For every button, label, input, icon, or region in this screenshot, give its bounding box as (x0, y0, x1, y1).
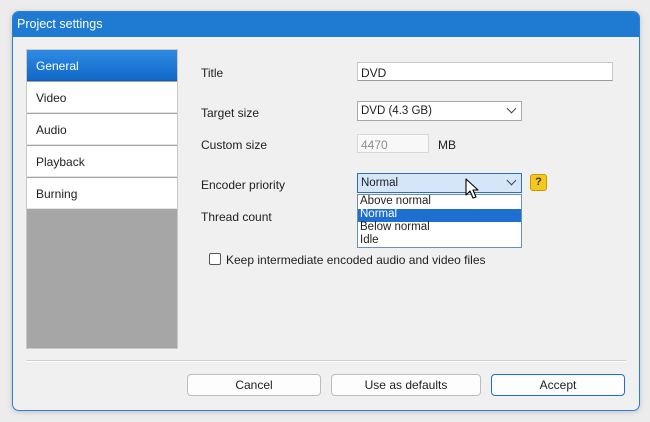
mouse-pointer-icon (465, 178, 479, 199)
encoder-priority-select[interactable]: Normal (357, 173, 522, 193)
help-icon[interactable]: ? (530, 174, 547, 191)
dropdown-option-below-normal[interactable]: Below normal (358, 221, 521, 235)
custom-size-value: 4470 (361, 138, 388, 152)
target-size-select[interactable]: DVD (4.3 GB) (357, 101, 522, 121)
custom-size-label: Custom size (201, 138, 268, 152)
encoder-priority-value: Normal (361, 177, 399, 189)
sidebar-item-label: Video (36, 91, 67, 105)
sidebar-item-burning[interactable]: Burning (27, 178, 177, 209)
accept-button[interactable]: Accept (491, 374, 625, 396)
title-input[interactable]: DVD (357, 62, 613, 81)
encoder-priority-label: Encoder priority (201, 178, 286, 192)
chevron-down-icon (506, 175, 517, 186)
custom-size-input: 4470 (357, 134, 429, 153)
sidebar-item-label: General (36, 59, 79, 73)
dropdown-option-label: Idle (360, 234, 379, 246)
keep-files-label[interactable]: Keep intermediate encoded audio and vide… (226, 253, 486, 267)
title-input-value: DVD (361, 66, 387, 80)
dropdown-option-label: Normal (360, 208, 398, 220)
encoder-priority-dropdown: Above normal Normal Below normal Idle (357, 194, 522, 248)
sidebar-item-audio[interactable]: Audio (27, 114, 177, 145)
project-settings-window: Project settings General Video Audio Pla… (12, 11, 640, 411)
window-title: Project settings (17, 17, 103, 31)
thread-count-label: Thread count (201, 210, 272, 224)
chevron-down-icon (506, 103, 517, 114)
title-label: Title (201, 66, 224, 80)
sidebar-item-label: Playback (36, 155, 85, 169)
custom-size-unit: MB (438, 138, 456, 152)
target-size-value: DVD (4.3 GB) (361, 105, 432, 117)
settings-sidebar: General Video Audio Playback Burning (26, 49, 178, 349)
sidebar-item-playback[interactable]: Playback (27, 146, 177, 177)
target-size-label: Target size (201, 106, 260, 120)
cancel-button[interactable]: Cancel (187, 374, 321, 396)
sidebar-item-label: Audio (36, 123, 67, 137)
keep-files-checkbox[interactable] (209, 253, 221, 265)
dropdown-option-label: Below normal (360, 221, 430, 233)
title-bar[interactable]: Project settings (13, 12, 639, 37)
sidebar-item-video[interactable]: Video (27, 82, 177, 113)
dropdown-option-idle[interactable]: Idle (358, 234, 521, 248)
dropdown-option-label: Above normal (360, 195, 431, 207)
sidebar-item-general[interactable]: General (27, 50, 177, 81)
footer-separator (26, 360, 626, 362)
sidebar-item-label: Burning (36, 187, 78, 201)
use-as-defaults-button[interactable]: Use as defaults (331, 374, 481, 396)
